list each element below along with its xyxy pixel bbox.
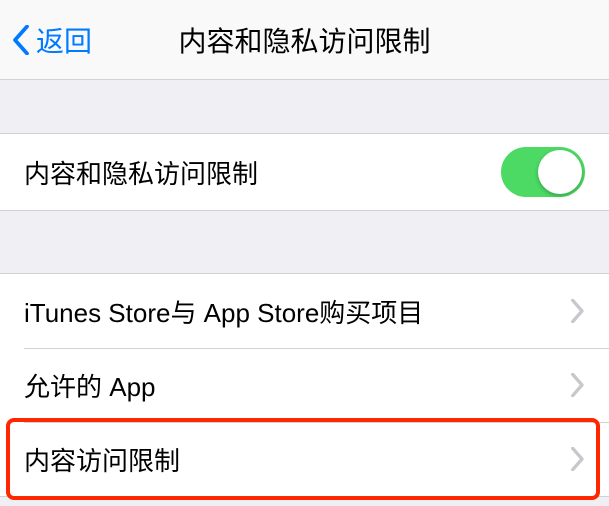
chevron-right-icon bbox=[571, 447, 585, 471]
toggle-knob bbox=[538, 150, 582, 194]
page-title: 内容和隐私访问限制 bbox=[178, 20, 430, 60]
row-label: iTunes Store与 App Store购买项目 bbox=[24, 293, 423, 330]
row-label: 允许的 App bbox=[24, 367, 156, 404]
chevron-left-icon bbox=[12, 25, 30, 55]
content-restrictions-row[interactable]: 内容访问限制 bbox=[0, 422, 609, 496]
navigation-bar: 返回 内容和隐私访问限制 bbox=[0, 0, 609, 80]
content-privacy-toggle[interactable] bbox=[501, 147, 585, 197]
content-privacy-toggle-cell[interactable]: 内容和隐私访问限制 bbox=[0, 133, 609, 211]
chevron-right-icon bbox=[571, 299, 585, 323]
itunes-appstore-row[interactable]: iTunes Store与 App Store购买项目 bbox=[0, 274, 609, 348]
back-label: 返回 bbox=[36, 20, 92, 60]
section-spacer bbox=[0, 211, 609, 273]
back-button[interactable]: 返回 bbox=[0, 20, 92, 60]
section-spacer bbox=[0, 80, 609, 133]
toggle-label: 内容和隐私访问限制 bbox=[24, 154, 258, 191]
chevron-right-icon bbox=[571, 373, 585, 397]
settings-group: iTunes Store与 App Store购买项目 允许的 App 内容访问… bbox=[0, 273, 609, 497]
row-label: 内容访问限制 bbox=[24, 441, 180, 478]
allowed-apps-row[interactable]: 允许的 App bbox=[0, 348, 609, 422]
